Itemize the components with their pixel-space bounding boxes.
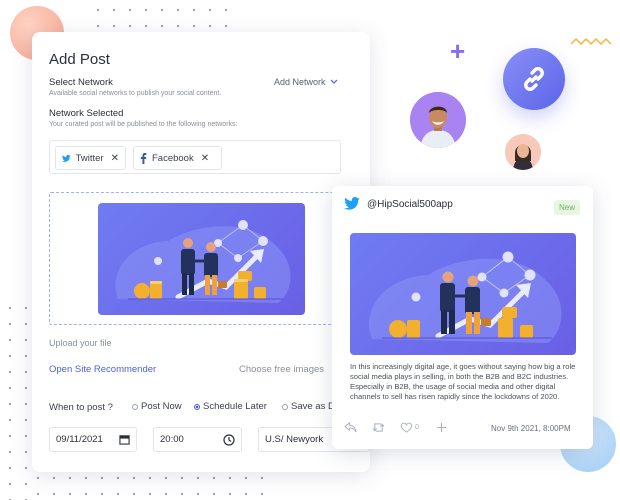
twitter-icon [62, 154, 71, 162]
tweet-body-text: In this increasingly digital age, it goe… [350, 362, 576, 402]
retweet-icon[interactable] [372, 422, 385, 433]
add-network-label: Add Network [274, 77, 326, 87]
when-to-post-label: When to post ? [49, 402, 113, 413]
network-chip-label: Twitter [75, 152, 104, 164]
network-chip-facebook: Facebook ✕ [133, 146, 222, 170]
time-value: 20:00 [160, 434, 184, 445]
upload-file-label: Upload your file [49, 338, 112, 348]
calendar-icon [119, 435, 130, 445]
time-input[interactable]: 20:00 [153, 427, 242, 452]
radio-label: Post Now [141, 401, 182, 412]
radio-schedule-later[interactable]: Schedule Later [194, 401, 267, 412]
chevron-down-icon [330, 77, 338, 87]
open-site-recommender-link[interactable]: Open Site Recommender [49, 364, 156, 375]
tweet-timestamp: Nov 9th 2021, 8:00PM [491, 424, 571, 433]
like-button[interactable]: 0 [400, 422, 419, 433]
select-network-label: Select Network [49, 77, 113, 88]
network-selected-hint: Your curated post will be published to t… [49, 121, 238, 128]
page-title: Add Post [49, 51, 110, 68]
facebook-icon [140, 152, 147, 164]
heart-icon [400, 422, 413, 433]
radio-circle-icon [282, 403, 288, 410]
select-network-hint: Available social networks to publish you… [49, 90, 222, 97]
link-icon [503, 48, 565, 110]
decorative-plus-icon: + [450, 36, 466, 66]
selected-networks-box: Twitter ✕ Facebook ✕ [49, 140, 341, 174]
tweet-preview-card: @HipSocial500app New In this increasingl… [332, 186, 593, 449]
business-handshake-illustration [98, 203, 305, 315]
decorative-dot-grid [2, 300, 32, 500]
network-chip-twitter: Twitter ✕ [55, 146, 126, 170]
reply-icon[interactable] [344, 422, 357, 433]
add-network-dropdown[interactable]: Add Network [274, 77, 338, 87]
radio-selected-icon [194, 403, 200, 410]
twitter-icon [344, 197, 360, 210]
add-post-panel: Add Post Select Network Available social… [32, 32, 370, 472]
date-value: 09/11/2021 [56, 434, 103, 445]
status-badge: New [554, 200, 581, 215]
timezone-value: U.S/ Newyork [265, 434, 324, 445]
network-selected-label: Network Selected [49, 108, 124, 119]
radio-post-now[interactable]: Post Now [132, 401, 182, 412]
decorative-dot-grid [30, 470, 270, 500]
tweet-handle: @HipSocial500app [367, 199, 453, 210]
avatar [505, 134, 541, 170]
avatar [410, 92, 466, 148]
add-icon[interactable] [436, 422, 447, 433]
radio-circle-icon [132, 403, 138, 410]
clock-icon [223, 433, 235, 446]
remove-twitter-close-icon[interactable]: ✕ [111, 153, 119, 164]
decorative-zigzag [570, 37, 612, 46]
network-chip-label: Facebook [152, 152, 194, 164]
upload-dropzone[interactable] [49, 192, 335, 325]
like-count: 0 [415, 424, 419, 431]
date-input[interactable]: 09/11/2021 [49, 427, 137, 452]
decorative-dot-grid [90, 2, 240, 30]
radio-label: Schedule Later [203, 401, 267, 412]
business-handshake-illustration [350, 233, 576, 355]
remove-facebook-close-icon[interactable]: ✕ [201, 153, 209, 164]
choose-free-images-link[interactable]: Choose free images [239, 364, 324, 375]
